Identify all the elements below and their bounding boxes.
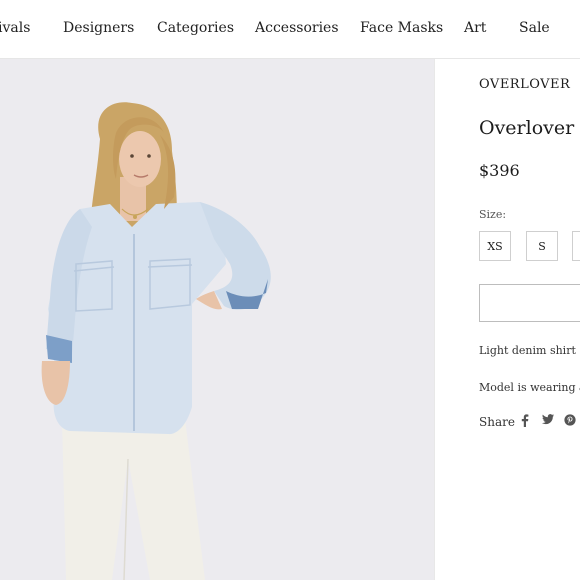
nav-item-new-arrivals[interactable]: ivals <box>0 20 30 36</box>
product-details: OVERLOVER Overlover D $396 Size: XS S Li… <box>434 59 580 580</box>
add-to-cart-button[interactable] <box>479 284 580 322</box>
nav-item-categories[interactable]: Categories <box>157 20 234 36</box>
share-label: Share <box>479 415 515 429</box>
model-size-note: Model is wearing an <box>479 381 580 394</box>
product-title: Overlover D <box>479 117 580 139</box>
size-option-m[interactable] <box>572 231 580 261</box>
pinterest-icon[interactable] <box>563 414 577 430</box>
nav-item-designers[interactable]: Designers <box>63 20 134 36</box>
nav-item-art[interactable]: Art <box>464 20 486 36</box>
product-price: $396 <box>479 161 520 180</box>
model-photo <box>0 59 434 580</box>
top-navigation: ivals Designers Categories Accessories F… <box>0 0 580 59</box>
facebook-icon[interactable] <box>518 414 532 430</box>
size-option-xs[interactable]: XS <box>479 231 511 261</box>
size-label: Size: <box>479 208 507 221</box>
product-image[interactable] <box>0 59 434 580</box>
nav-item-sale[interactable]: Sale <box>519 20 550 36</box>
product-brand[interactable]: OVERLOVER <box>479 77 570 92</box>
twitter-icon[interactable] <box>541 414 555 430</box>
product-description: Light denim shirt <box>479 344 576 357</box>
size-option-s[interactable]: S <box>526 231 558 261</box>
nav-item-face-masks[interactable]: Face Masks <box>360 20 443 36</box>
nav-item-accessories[interactable]: Accessories <box>255 20 339 36</box>
